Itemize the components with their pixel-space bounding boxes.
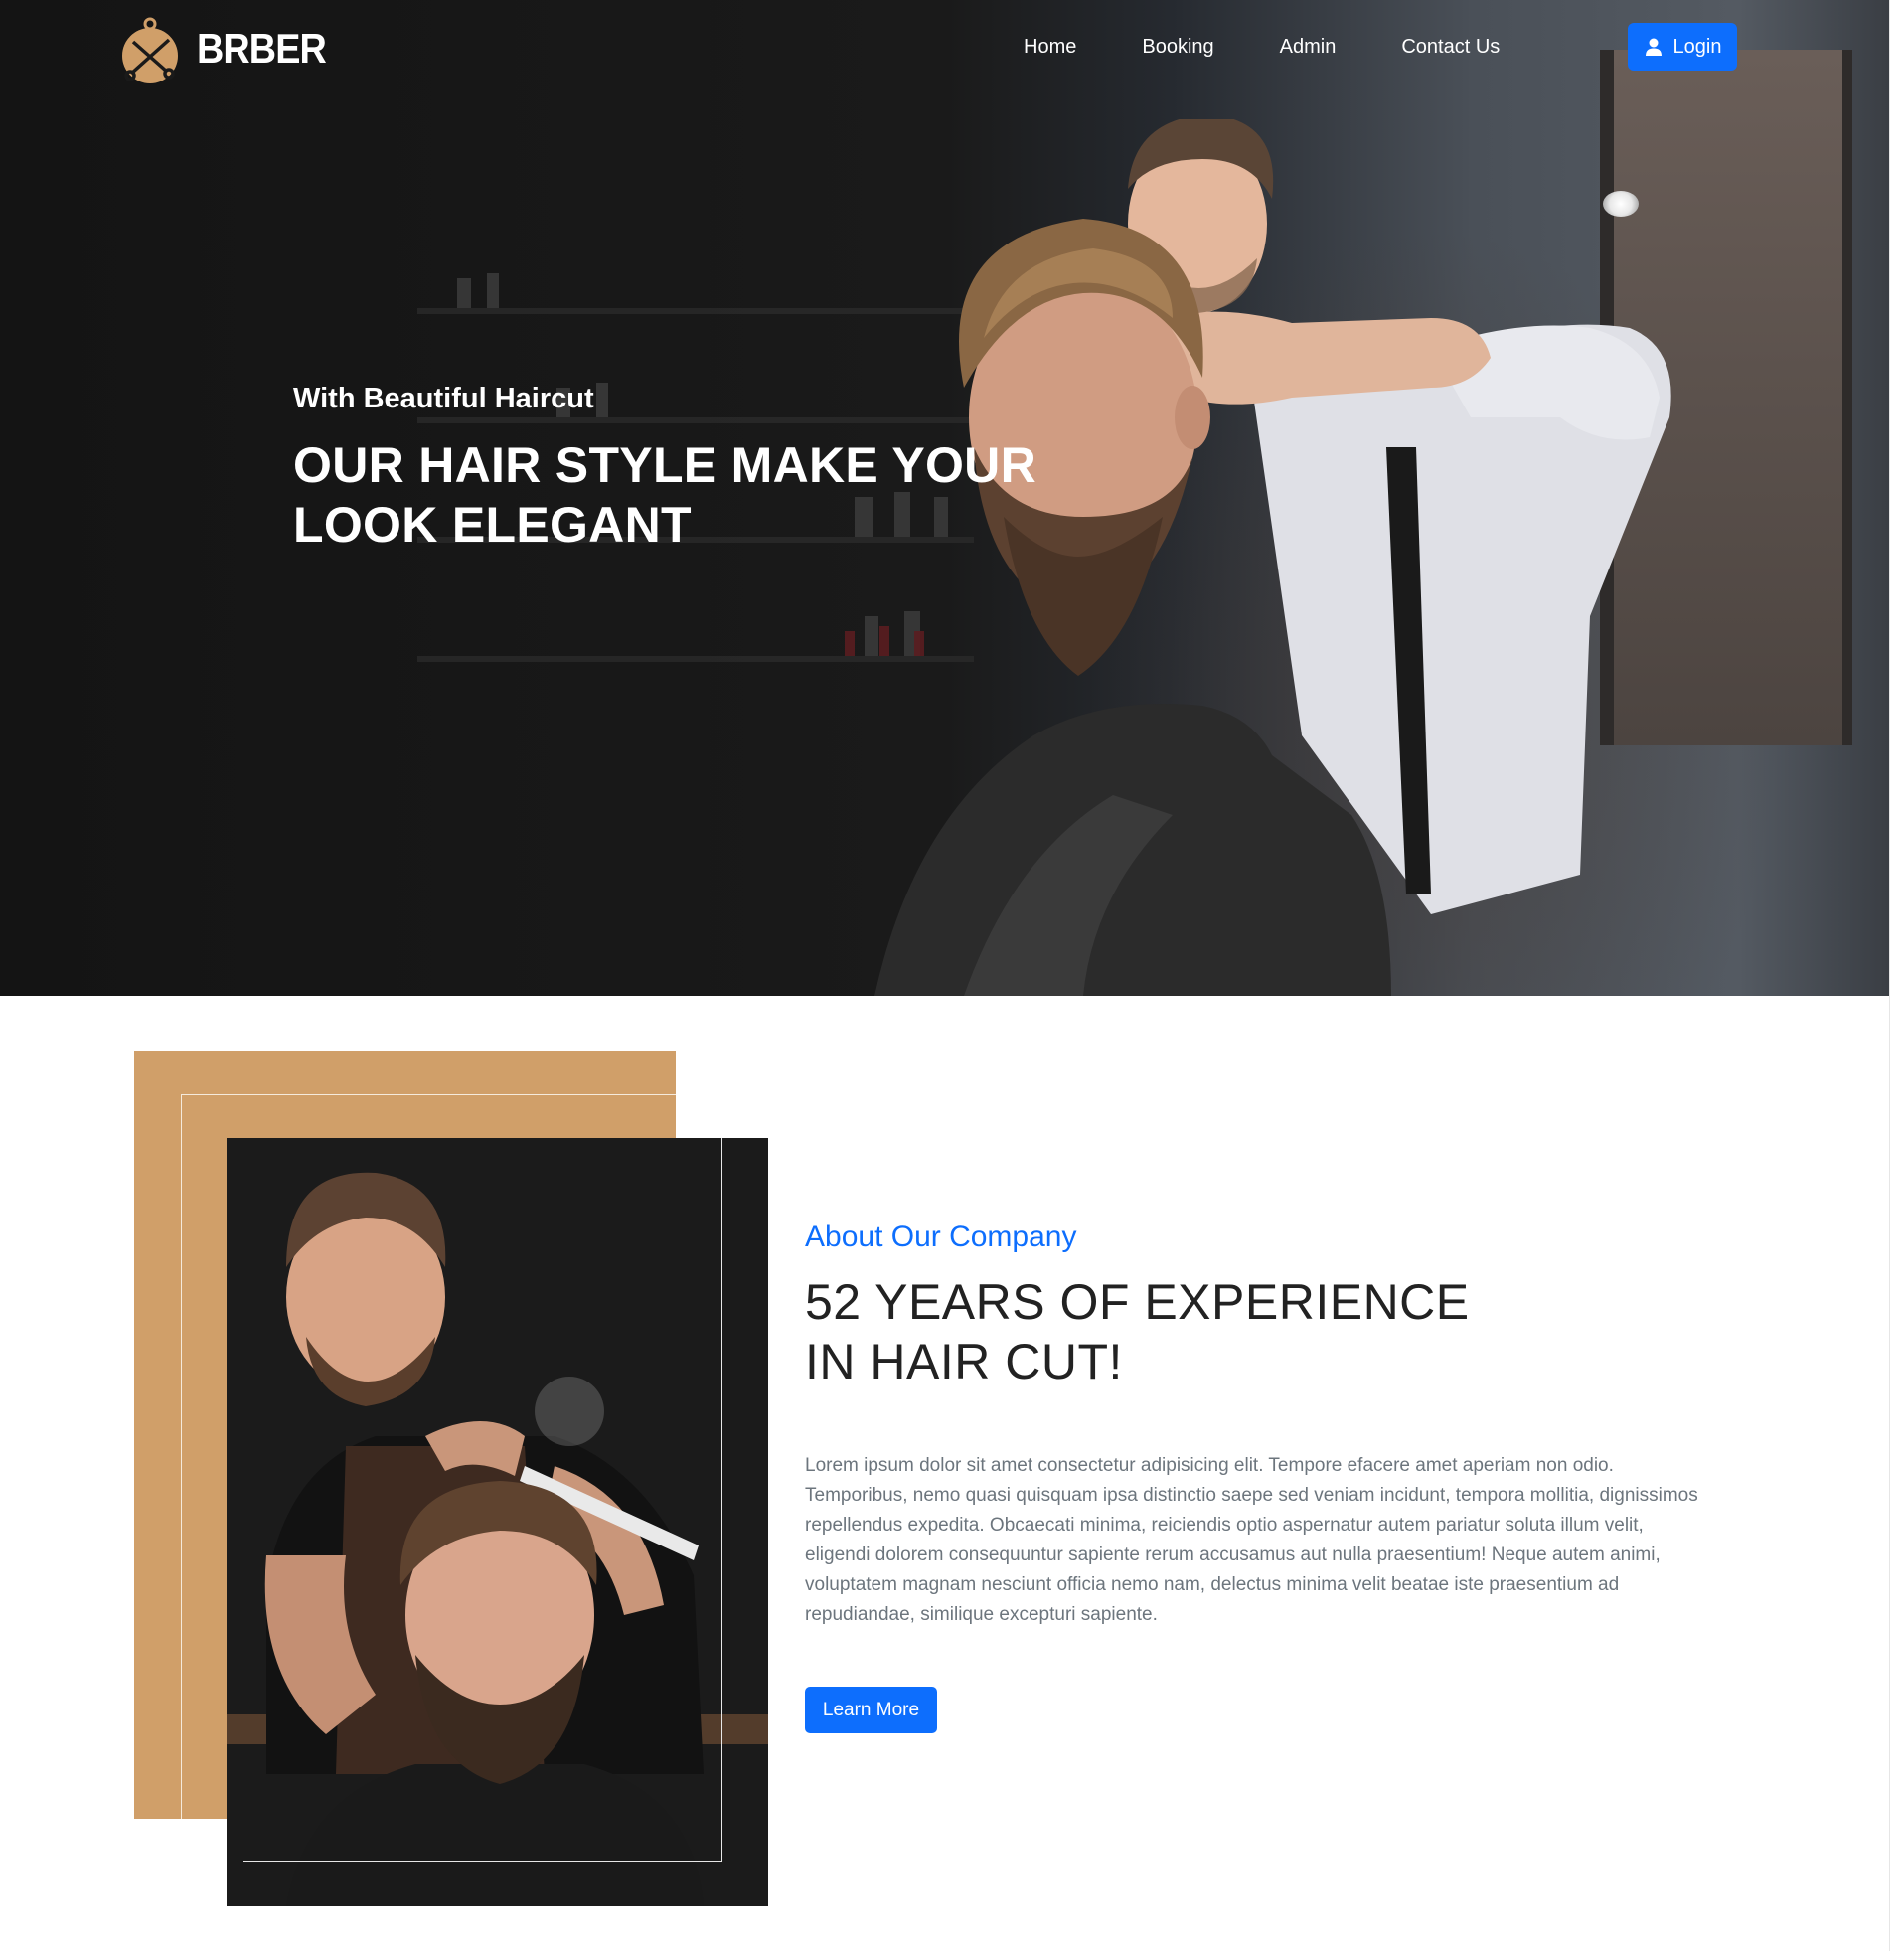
nav-link-booking[interactable]: Booking [1142,36,1213,59]
nav-link-admin[interactable]: Admin [1280,36,1337,59]
about-body: Lorem ipsum dolor sit amet consectetur a… [805,1455,1698,1625]
about-image-outline [243,1138,722,1862]
hero-subtitle: With Beautiful Haircut [293,383,594,414]
about-kicker: About Our Company [805,1220,1077,1253]
barber-scissors-logo-icon [122,17,178,83]
hero-section: BRBER Home Booking Admin Contact Us Logi… [0,0,1889,996]
page-scroll-edge [1889,0,1904,1951]
about-content: About Our Company 52 YEARS OF EXPERIENCE… [805,1220,1709,1630]
navbar: BRBER Home Booking Admin Contact Us Logi… [0,0,1889,99]
hero-text: With Beautiful Haircut OUR HAIR STYLE MA… [293,383,1048,555]
brand-name: BRBER [197,25,327,72]
user-icon [1645,38,1662,56]
login-button[interactable]: Login [1628,23,1737,71]
login-label: Login [1672,35,1722,58]
brand-logo[interactable]: BRBER [117,12,340,85]
hero-title: OUR HAIR STYLE MAKE YOUR LOOK ELEGANT [293,437,1036,553]
nav-links: Home Booking Admin Contact Us [1024,36,1565,59]
hero-image [874,119,1671,996]
learn-more-button[interactable]: Learn More [805,1687,937,1733]
nav-link-contact-us[interactable]: Contact Us [1401,36,1500,59]
nav-link-home[interactable]: Home [1024,36,1076,59]
about-title: 52 YEARS OF EXPERIENCE IN HAIR CUT! [805,1274,1470,1389]
